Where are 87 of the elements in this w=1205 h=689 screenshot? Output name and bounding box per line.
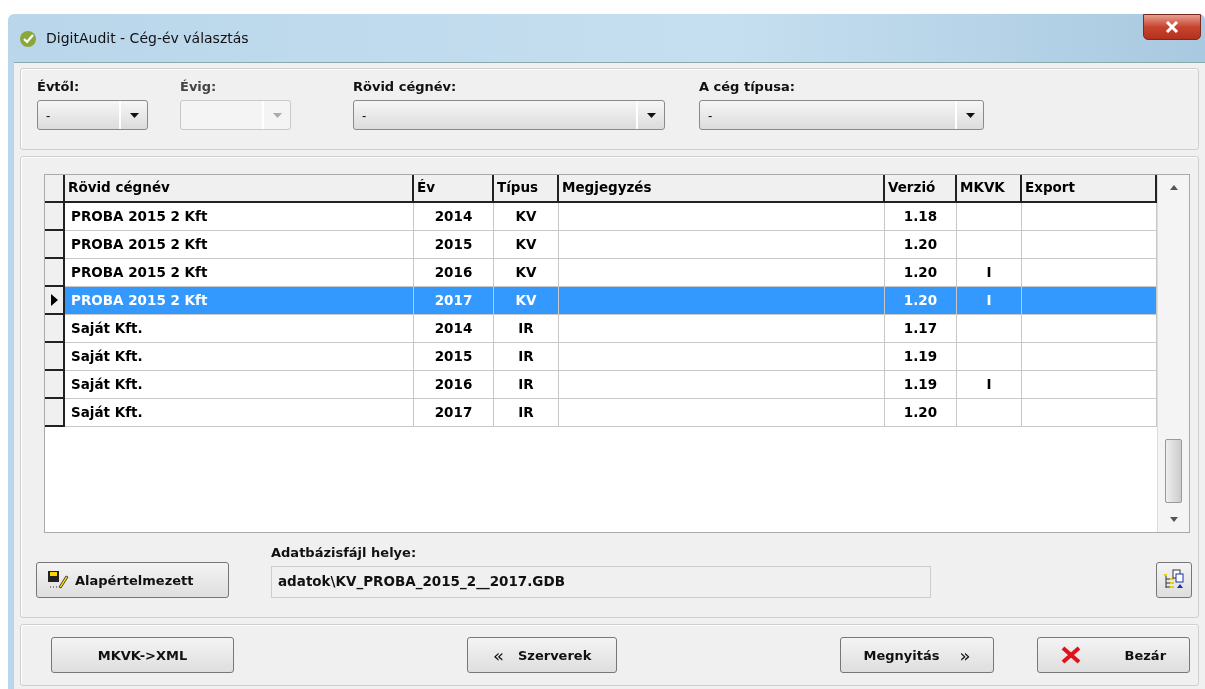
row-header[interactable] — [45, 343, 65, 371]
dialog-button[interactable]: Megnyitás » — [840, 637, 994, 673]
dropdown[interactable]: - — [353, 100, 665, 130]
scroll-up-icon[interactable] — [1169, 185, 1178, 190]
table-cell: IR — [494, 371, 559, 399]
dropdown-arrow-icon — [129, 112, 139, 118]
row-header[interactable] — [45, 231, 65, 259]
table-cell: 1.17 — [885, 315, 957, 343]
table-cell: IR — [494, 343, 559, 371]
table-cell: Saját Kft. — [65, 371, 414, 399]
row-header[interactable] — [45, 399, 65, 427]
column-header[interactable]: Export — [1022, 175, 1157, 203]
row-header[interactable] — [45, 203, 65, 231]
table-cell: KV — [494, 287, 559, 315]
scroll-down-icon[interactable] — [1169, 517, 1178, 522]
row-header[interactable] — [45, 371, 65, 399]
table-cell: 2015 — [414, 343, 494, 371]
dropdown[interactable]: - — [699, 100, 984, 130]
table-cell: Saját Kft. — [65, 399, 414, 427]
table-cell: PROBA 2015 2 Kft — [65, 287, 414, 315]
column-header[interactable]: MKVK — [957, 175, 1022, 203]
field-label: Adatbázisfájl helye: — [271, 545, 418, 560]
table-cell: I — [957, 287, 1022, 315]
table-cell: 2017 — [414, 287, 494, 315]
table-cell: PROBA 2015 2 Kft — [65, 203, 414, 231]
disk-pencil-icon — [47, 570, 69, 590]
table-cell: 1.18 — [885, 203, 957, 231]
table-row[interactable]: PROBA 2015 2 Kft 2014 KV 1.18 — [45, 203, 1157, 231]
column-header[interactable]: Rövid cégnév — [65, 175, 414, 203]
table-row[interactable]: Saját Kft. 2017 IR 1.20 — [45, 399, 1157, 427]
table-cell: 1.19 — [885, 371, 957, 399]
dialog-button[interactable]: « Szerverek — [466, 637, 618, 673]
table-cell: 1.20 — [885, 399, 957, 427]
path-field[interactable]: adatok\KV_PROBA_2015_2__2017.GDB — [271, 566, 931, 598]
column-header[interactable]: Verzió — [885, 175, 957, 203]
dialog-button[interactable]: Bezár — [1036, 637, 1190, 673]
table-cell — [957, 343, 1022, 371]
default-button[interactable]: Alapértelmezett — [36, 562, 229, 598]
dropdown-arrow-icon — [965, 112, 975, 118]
table-cell: 2017 — [414, 399, 494, 427]
table-cell: KV — [494, 203, 559, 231]
table-cell: 2014 — [414, 203, 494, 231]
table-cell: 1.20 — [885, 287, 957, 315]
row-header[interactable] — [45, 287, 65, 315]
table-cell: Saját Kft. — [65, 343, 414, 371]
dialog-button[interactable]: MKVK->XML — [51, 637, 234, 673]
scroll-thumb[interactable] — [1165, 439, 1182, 503]
table-cell: IR — [494, 315, 559, 343]
table-row[interactable]: Saját Kft. 2014 IR 1.17 — [45, 315, 1157, 343]
tree-documents-icon — [1163, 569, 1185, 591]
table-cell: 2015 — [414, 231, 494, 259]
table-row[interactable]: PROBA 2015 2 Kft 2015 KV 1.20 — [45, 231, 1157, 259]
row-header[interactable] — [45, 315, 65, 343]
row-header[interactable] — [45, 259, 65, 287]
table-cell — [957, 399, 1022, 427]
table-cell — [957, 203, 1022, 231]
close-button[interactable] — [1143, 14, 1201, 40]
scrollbar[interactable] — [1157, 175, 1189, 532]
column-header[interactable]: Megjegyzés — [559, 175, 885, 203]
close-icon — [1060, 646, 1081, 664]
filter-label: Évig: — [180, 79, 218, 94]
dropdown-arrow-icon — [272, 112, 282, 118]
tree-icon-button[interactable] — [1156, 562, 1192, 598]
table-cell: I — [957, 371, 1022, 399]
filter-label: Rövid cégnév: — [353, 79, 458, 94]
column-header[interactable]: Típus — [494, 175, 559, 203]
filter-label: Évtől: — [37, 79, 81, 94]
table-cell: KV — [494, 231, 559, 259]
table-cell: PROBA 2015 2 Kft — [65, 231, 414, 259]
table-row[interactable]: Saját Kft. 2015 IR 1.19 — [45, 343, 1157, 371]
table-cell — [957, 315, 1022, 343]
filter-label: A cég típusa: — [699, 79, 796, 94]
table-cell — [957, 231, 1022, 259]
table-cell: 2016 — [414, 371, 494, 399]
close-icon — [1165, 21, 1179, 33]
table-row[interactable]: Saját Kft. 2016 IR 1.19 I — [45, 371, 1157, 399]
table-cell: 2014 — [414, 315, 494, 343]
dropdown[interactable]: - — [37, 100, 148, 130]
table-cell: 1.20 — [885, 231, 957, 259]
row-header — [45, 175, 65, 203]
dropdown-arrow-icon — [646, 112, 656, 118]
table-cell: 1.19 — [885, 343, 957, 371]
row-pointer-icon — [50, 294, 58, 306]
table-cell: Saját Kft. — [65, 315, 414, 343]
column-header[interactable]: Év — [414, 175, 494, 203]
table-cell: IR — [494, 399, 559, 427]
window-title: DigitAudit - Cég-év választás — [46, 30, 249, 46]
